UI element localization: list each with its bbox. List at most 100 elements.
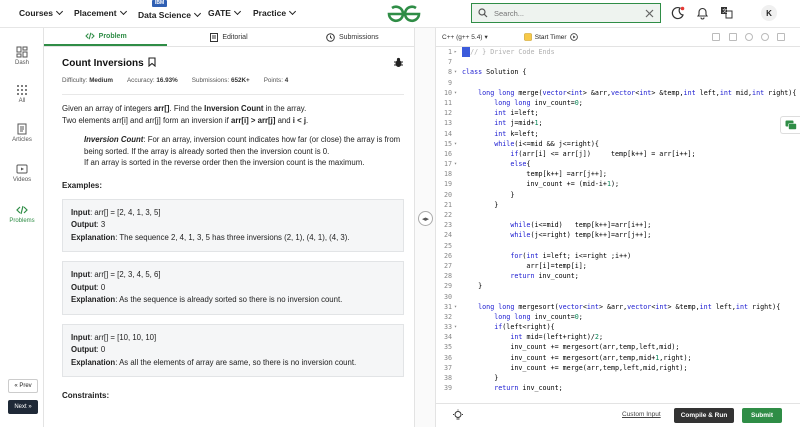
fold-toggle-icon[interactable]	[454, 353, 462, 363]
code-line[interactable]: 14 int k=left;	[436, 129, 800, 139]
submit-button[interactable]: Submit	[742, 408, 782, 423]
start-timer-button[interactable]: Start Timer	[523, 33, 578, 41]
notification-bell-icon[interactable]	[696, 6, 709, 20]
code-line[interactable]: 37 inv_count += merge(arr,temp,left,mid,…	[436, 363, 800, 373]
fold-toggle-icon[interactable]	[454, 179, 462, 189]
fold-toggle-icon[interactable]	[454, 78, 462, 88]
fold-toggle-icon[interactable]	[454, 230, 462, 240]
code-line[interactable]: 7	[436, 57, 800, 67]
dark-mode-moon-icon[interactable]	[671, 6, 685, 20]
fold-toggle-icon[interactable]: ▾	[454, 159, 462, 169]
next-button[interactable]: Next »	[8, 400, 38, 414]
code-line[interactable]: 8 ▾ class Solution {	[436, 67, 800, 77]
fold-toggle-icon[interactable]: ▾	[454, 322, 462, 332]
template-icon[interactable]	[729, 33, 737, 41]
gfg-logo-icon[interactable]	[386, 4, 422, 24]
fold-toggle-icon[interactable]	[454, 241, 462, 251]
fold-toggle-icon[interactable]	[454, 200, 462, 210]
language-select[interactable]: C++ (g++ 5.4) ▾	[442, 33, 488, 42]
rail-item-articles[interactable]: Articles	[0, 123, 44, 143]
code-line[interactable]: 18 temp[k++] =arr[j++];	[436, 169, 800, 179]
code-line[interactable]: 24 while(j<=right) temp[k++]=arr[j++];	[436, 230, 800, 240]
resize-handle-icon[interactable]: ◂▸	[418, 211, 433, 226]
tab-editorial[interactable]: Editorial	[167, 28, 290, 46]
fold-toggle-icon[interactable]	[454, 129, 462, 139]
fold-toggle-icon[interactable]	[454, 312, 462, 322]
fullscreen-icon[interactable]	[777, 33, 785, 41]
report-bug-icon[interactable]	[393, 57, 404, 68]
code-line[interactable]: 1 ▸……// } Driver Code Ends	[436, 47, 800, 58]
user-avatar[interactable]: K	[761, 5, 777, 21]
code-line[interactable]: 27 arr[i]=temp[i];	[436, 261, 800, 271]
fold-toggle-icon[interactable]	[454, 363, 462, 373]
code-line[interactable]: 39 return inv_count;	[436, 383, 800, 393]
code-line[interactable]: 17 ▾ else{	[436, 159, 800, 169]
code-line[interactable]: 9	[436, 78, 800, 88]
code-line[interactable]: 31 ▾ long long mergesort(vector<int> &arr…	[436, 302, 800, 312]
code-line[interactable]: 16 if(arr[i] <= arr[j]) temp[k++] = arr[…	[436, 149, 800, 159]
code-line[interactable]: 26 for(int i=left; i<=right ;i++)	[436, 251, 800, 261]
code-line[interactable]: 25	[436, 241, 800, 251]
code-line[interactable]: 10 ▾ long long merge(vector<int> &arr,vec…	[436, 88, 800, 98]
copy-icon[interactable]	[712, 33, 720, 41]
fold-toggle-icon[interactable]	[454, 108, 462, 118]
bookmark-icon[interactable]	[148, 57, 157, 68]
fold-toggle-icon[interactable]	[454, 342, 462, 352]
code-line[interactable]: 33 ▾ if(left<right){	[436, 322, 800, 332]
search-box[interactable]	[471, 3, 661, 23]
code-line[interactable]: 28 return inv_count;	[436, 271, 800, 281]
fold-toggle-icon[interactable]	[454, 149, 462, 159]
fold-toggle-icon[interactable]	[454, 190, 462, 200]
tab-submissions[interactable]: Submissions	[291, 28, 414, 46]
code-line[interactable]: 30	[436, 292, 800, 302]
code-line[interactable]: 34 int mid=(left+right)/2;	[436, 332, 800, 342]
compile-run-button[interactable]: Compile & Run	[674, 408, 734, 423]
fold-toggle-icon[interactable]	[454, 271, 462, 281]
nav-practice[interactable]: Practice	[253, 7, 297, 18]
reset-icon[interactable]	[761, 33, 769, 41]
fold-toggle-icon[interactable]	[454, 383, 462, 393]
code-line[interactable]: 19 inv_count += (mid-i+1);	[436, 179, 800, 189]
code-line[interactable]: 32 long long inv_count=0;	[436, 312, 800, 322]
fold-toggle-icon[interactable]	[454, 261, 462, 271]
custom-input-link[interactable]: Custom Input	[622, 411, 661, 418]
fold-toggle-icon[interactable]: ▾	[454, 67, 462, 77]
fold-toggle-icon[interactable]: ▾	[454, 88, 462, 98]
clear-search-icon[interactable]	[645, 9, 654, 18]
code-line[interactable]: 22	[436, 210, 800, 220]
code-line[interactable]: 12 int i=left;	[436, 108, 800, 118]
code-line[interactable]: 11 long long inv_count=0;	[436, 98, 800, 108]
rail-item-dash[interactable]: Dash	[0, 46, 44, 66]
code-line[interactable]: 23 while(i<=mid) temp[k++]=arr[i++];	[436, 220, 800, 230]
nav-gate[interactable]: GATE	[208, 7, 242, 18]
fold-toggle-icon[interactable]	[454, 220, 462, 230]
nav-placement[interactable]: Placement	[74, 7, 127, 18]
fold-toggle-icon[interactable]: ▾	[454, 139, 462, 149]
code-line[interactable]: 36 inv_count += mergesort(arr,temp,mid+1…	[436, 353, 800, 363]
rail-item-all[interactable]: All	[0, 84, 44, 104]
tab-problem[interactable]: Problem	[44, 28, 168, 46]
rail-item-problems[interactable]: Problems	[0, 204, 44, 224]
code-line[interactable]: 15 ▾ while(i<=mid && j<=right){	[436, 139, 800, 149]
nav-data-science[interactable]: Data Science	[138, 9, 201, 20]
fold-toggle-icon[interactable]	[454, 98, 462, 108]
search-input[interactable]	[494, 8, 639, 18]
code-line[interactable]: 20 }	[436, 190, 800, 200]
fold-toggle-icon[interactable]	[454, 292, 462, 302]
code-line[interactable]: 13 int j=mid+1;	[436, 118, 800, 128]
fold-toggle-icon[interactable]: ▾	[454, 302, 462, 312]
nav-courses[interactable]: Courses	[19, 7, 64, 18]
fold-toggle-icon[interactable]	[454, 210, 462, 220]
fold-marker[interactable]: ……	[462, 47, 471, 58]
code-editor[interactable]: 1 ▸……// } Driver Code Ends 7 8 ▾ class Soluti…	[436, 47, 800, 393]
chat-widget[interactable]	[780, 116, 800, 134]
fold-toggle-icon[interactable]	[454, 332, 462, 342]
fold-toggle-icon[interactable]	[454, 281, 462, 291]
fold-toggle-icon[interactable]	[454, 169, 462, 179]
code-line[interactable]: 38 }	[436, 373, 800, 383]
code-line[interactable]: 21 }	[436, 200, 800, 210]
fold-toggle-icon[interactable]	[454, 57, 462, 67]
fold-toggle-icon[interactable]	[454, 118, 462, 128]
lightbulb-icon[interactable]	[452, 409, 464, 422]
fold-toggle-icon[interactable]	[454, 373, 462, 383]
